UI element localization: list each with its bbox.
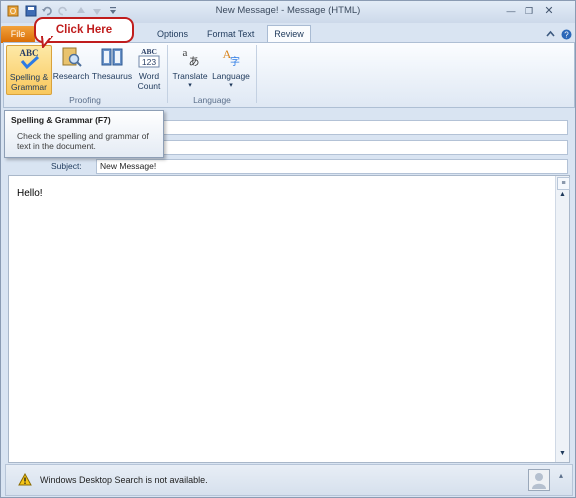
language-button[interactable]: A字 Language ▾ — [210, 45, 252, 91]
language-icon: A字 — [223, 47, 240, 68]
status-message: Windows Desktop Search is not available. — [40, 475, 208, 485]
spelling-grammar-tooltip: Spelling & Grammar (F7) Check the spelli… — [4, 110, 164, 158]
ribbon-collapse-icon[interactable] — [545, 29, 556, 40]
svg-text:?: ? — [564, 31, 569, 40]
people-pane-toggle-icon[interactable]: ▴ — [559, 471, 567, 487]
language-dropdown-icon[interactable]: ▾ — [210, 81, 252, 91]
ruler-toggle-icon[interactable]: ≡ — [557, 177, 570, 190]
subject-field[interactable]: New Message! — [96, 159, 568, 174]
tooltip-title: Spelling & Grammar (F7) — [11, 115, 111, 125]
ribbon-group-separator — [256, 45, 257, 103]
svg-text:a: a — [183, 47, 188, 59]
message-body-text: Hello! — [17, 188, 43, 199]
review-ribbon: ABC Spelling & Grammar Research Thesauru… — [3, 42, 575, 108]
tab-review[interactable]: Review — [267, 25, 311, 43]
spelling-label-line1: Spelling & — [9, 72, 49, 82]
research-button[interactable]: Research — [52, 45, 90, 81]
research-book-icon — [62, 47, 82, 67]
restore-button[interactable]: ❐ — [521, 4, 537, 18]
status-bar: Windows Desktop Search is not available.… — [5, 464, 573, 496]
word-count-icon: ABC123 — [138, 47, 160, 68]
word-count-label-line1: Word — [138, 71, 160, 81]
proofing-group-label: Proofing — [69, 95, 101, 105]
spelling-label-line2: Grammar — [11, 82, 47, 92]
thesaurus-book-icon — [101, 48, 123, 66]
spelling-grammar-button[interactable]: ABC Spelling & Grammar — [6, 45, 52, 95]
window-title: New Message! - Message (HTML) — [215, 5, 361, 16]
help-icon[interactable]: ? — [561, 29, 572, 40]
subject-label: Subject: — [51, 161, 82, 171]
word-count-label-line2: Count — [137, 81, 161, 91]
to-field[interactable]: @gmail.com — [96, 120, 568, 135]
minimize-button[interactable]: — — [503, 4, 519, 18]
svg-text:あ: あ — [189, 55, 200, 68]
word-count-button[interactable]: ABC 123 Word Count — [134, 45, 164, 91]
tab-file[interactable]: File — [1, 26, 35, 43]
thesaurus-label: Thesaurus — [91, 71, 133, 81]
translate-dropdown-icon[interactable]: ▾ — [170, 81, 210, 91]
svg-text:ABC: ABC — [141, 47, 157, 56]
message-body-editor[interactable]: Hello! ≡ ▲ ▼ — [8, 175, 570, 463]
language-label: Language — [212, 71, 250, 81]
close-button[interactable]: ✕ — [541, 4, 557, 18]
tab-options[interactable]: Options — [157, 26, 188, 43]
callout-pointer-icon — [40, 36, 54, 48]
warning-icon — [18, 473, 32, 486]
tab-format-text[interactable]: Format Text — [207, 26, 254, 43]
translate-label: Translate — [172, 71, 208, 81]
svg-text:ABC: ABC — [19, 48, 38, 58]
translate-button[interactable]: aあ Translate ▾ — [170, 45, 210, 91]
scroll-down-arrow-icon[interactable]: ▼ — [557, 450, 568, 460]
vertical-scrollbar[interactable]: ≡ ▲ ▼ — [555, 176, 570, 462]
research-label: Research — [52, 71, 90, 81]
cc-field[interactable] — [96, 140, 568, 155]
person-icon — [532, 473, 546, 489]
svg-text:123: 123 — [142, 57, 156, 67]
scroll-up-arrow-icon[interactable]: ▲ — [557, 191, 568, 201]
language-group-label: Language — [193, 95, 231, 105]
contact-photo-placeholder[interactable] — [528, 469, 550, 491]
spelling-check-icon: ABC — [19, 48, 40, 70]
tooltip-description: Check the spelling and grammar of text i… — [17, 131, 149, 151]
translate-icon: aあ — [183, 47, 200, 68]
thesaurus-button[interactable]: Thesaurus — [90, 45, 134, 81]
outlook-message-window: O New Message! - Message (HTML) — ❐ ✕ Fi… — [0, 0, 576, 498]
svg-text:字: 字 — [230, 55, 240, 68]
